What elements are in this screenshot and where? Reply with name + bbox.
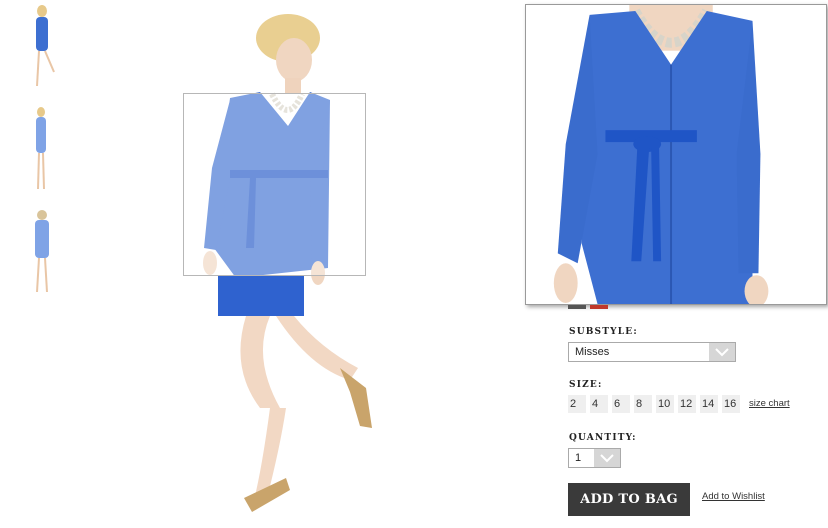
zoom-lens[interactable]	[183, 93, 366, 276]
thumbnail-back-image	[35, 210, 49, 293]
quantity-value: 1	[575, 452, 582, 464]
size-option[interactable]: 14	[700, 395, 718, 413]
size-option[interactable]: 12	[678, 395, 696, 413]
size-option[interactable]: 16	[722, 395, 740, 413]
thumbnail-side[interactable]	[24, 105, 60, 193]
add-to-wishlist-link[interactable]: Add to Wishlist	[702, 491, 765, 502]
chevron-down-icon[interactable]	[594, 449, 620, 467]
size-chart-link[interactable]: size chart	[749, 398, 790, 409]
zoomed-dress-image	[553, 5, 769, 304]
quantity-label: QUANTITY:	[569, 433, 637, 443]
zoom-preview-panel	[525, 4, 827, 305]
thumbnail-back[interactable]	[24, 208, 60, 296]
chevron-down-icon[interactable]	[709, 343, 735, 361]
size-option[interactable]: 4	[590, 395, 608, 413]
size-option[interactable]: 2	[568, 395, 586, 413]
size-label: SIZE:	[569, 380, 603, 390]
size-options: 2 4 6 8 10 12 14 16	[568, 395, 744, 413]
size-option[interactable]: 6	[612, 395, 630, 413]
substyle-select[interactable]: Misses	[568, 342, 736, 362]
substyle-label: SUBSTYLE:	[569, 327, 638, 337]
color-swatch-red[interactable]	[590, 305, 608, 309]
thumbnail-front-image	[36, 5, 55, 87]
thumbnail-front[interactable]	[24, 4, 60, 92]
color-swatch-gray[interactable]	[568, 305, 586, 309]
size-option[interactable]: 8	[634, 395, 652, 413]
substyle-value: Misses	[575, 346, 610, 358]
add-to-bag-button[interactable]: ADD TO BAG	[568, 483, 690, 516]
quantity-select[interactable]: 1	[568, 448, 621, 468]
size-option[interactable]: 10	[656, 395, 674, 413]
thumbnail-side-image	[36, 107, 46, 190]
